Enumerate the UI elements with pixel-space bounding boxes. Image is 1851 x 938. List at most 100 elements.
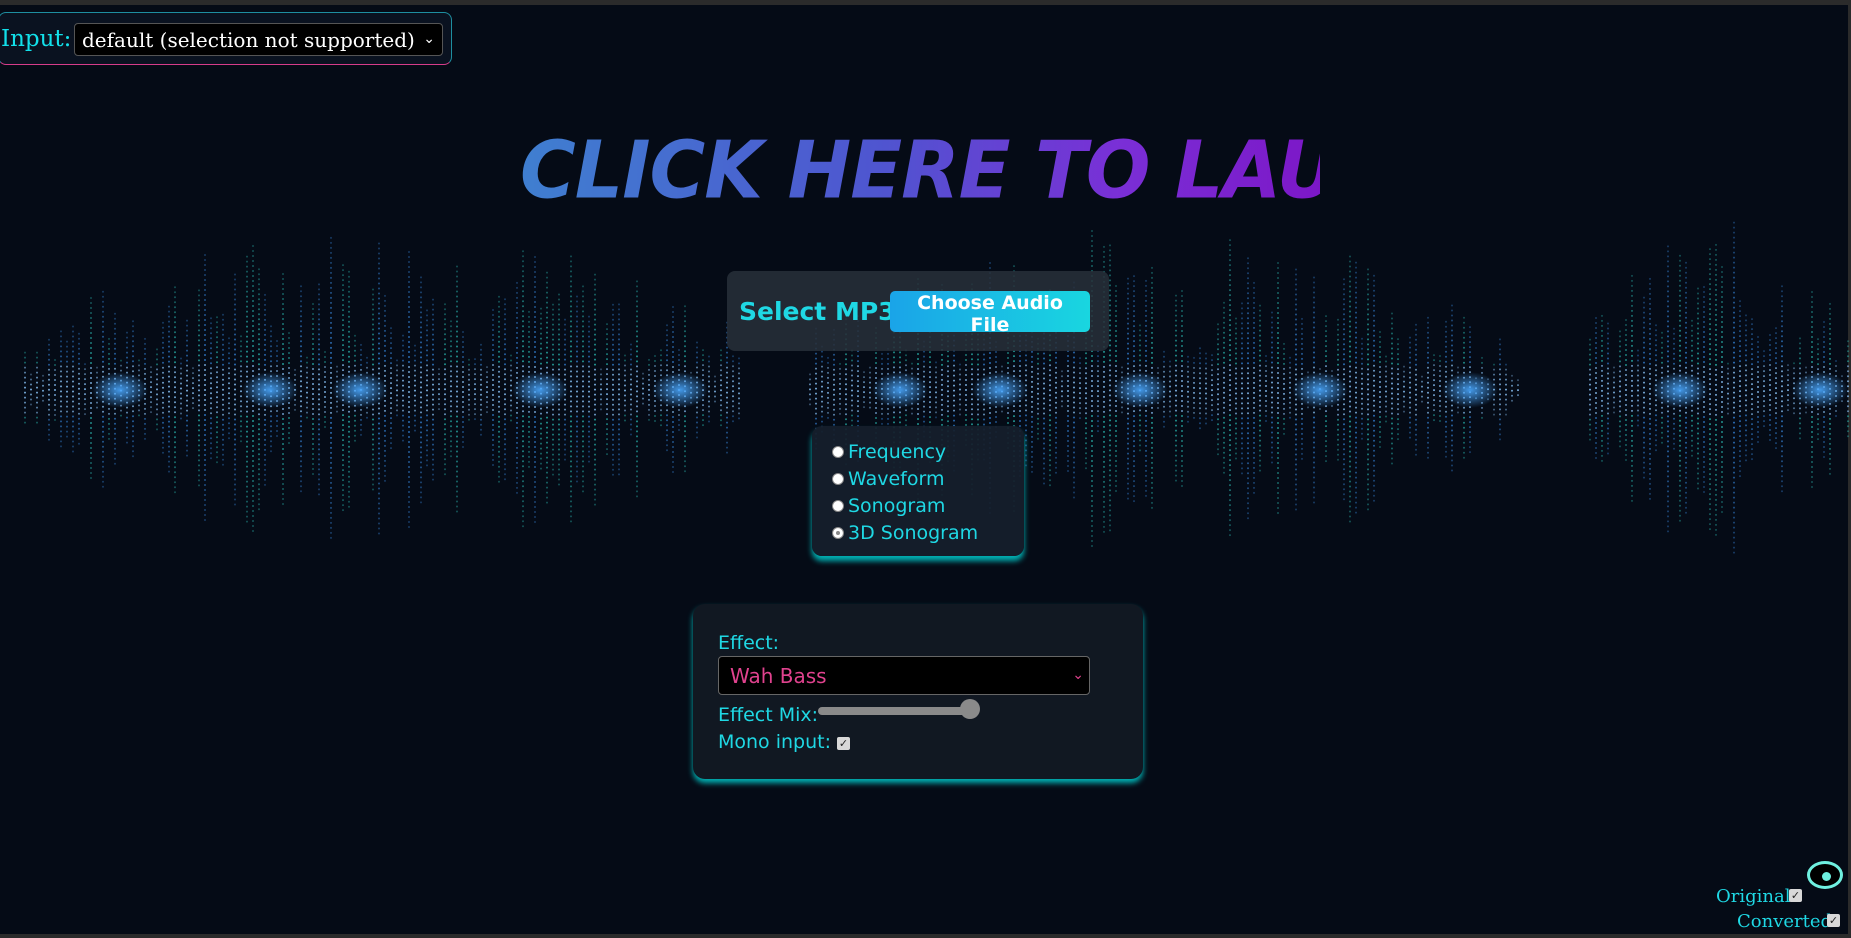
wave-dot [1145,349,1147,352]
wave-dot [1109,264,1111,267]
wave-dot [408,475,410,478]
wave-dot [1115,479,1117,482]
wave-dot [522,520,524,523]
wave-dot [60,395,62,398]
wave-dot [1151,351,1153,354]
wave-dot [1133,425,1135,428]
wave-dot [1085,427,1087,430]
wave-dot [1091,484,1093,487]
wave-dot [330,506,332,509]
wave-dot [246,270,248,273]
wave-dot [1043,357,1045,360]
wave-dot [408,345,410,348]
wave-dot [1097,425,1099,428]
wave-dot [474,373,476,376]
wave-dot [612,373,614,376]
wave-dot [1025,374,1027,377]
wave-dot [228,402,230,405]
wave-dot [66,375,68,378]
wave-dot [210,432,212,435]
wave-dot [1133,350,1135,353]
wave-dot [1031,460,1033,463]
wave-dot [534,460,536,463]
wave-dot [492,369,494,372]
wave-dot [564,428,566,431]
wave-dot [252,405,254,408]
wave-dot [606,343,608,346]
wave-dot [60,445,62,448]
wave-dot [456,275,458,278]
wave-dot [90,392,92,395]
wave-dot [1139,434,1141,437]
wave-dot [1133,480,1135,483]
wave-dot [588,330,590,333]
wave-dot [234,358,236,361]
wave-dot [1043,472,1045,475]
wave-dot [636,385,638,388]
wave-dot [390,337,392,340]
wave-dot [246,510,248,513]
wave-dot [618,358,620,361]
wave-dot [456,310,458,313]
wave-dot [168,435,170,438]
wave-dot [827,386,829,389]
wave-dot [342,339,344,342]
wave-dot [102,405,104,408]
wave-dot [582,410,584,413]
wave-dot [1091,254,1093,257]
wave-dot [522,370,524,373]
wave-dot [492,364,494,367]
wave-dot [108,357,110,360]
wave-dot [372,483,374,486]
wave-dot [420,291,422,294]
wave-dot [570,445,572,448]
wave-dot [378,282,380,285]
wave-dot [330,466,332,469]
wave-dot [156,403,158,406]
wave-dot [456,440,458,443]
wave-dot [726,386,728,389]
wave-dot [114,342,116,345]
wave-dot [288,411,290,414]
wave-dot [528,315,530,318]
wave-dot [636,360,638,363]
wave-dot [312,438,314,441]
wave-dot [198,399,200,402]
wave-dot [306,396,308,399]
wave-dot [504,428,506,431]
wave-dot [60,335,62,338]
wave-dot [528,330,530,333]
wave-dot [1043,377,1045,380]
wave-dot [288,406,290,409]
wave-dot [66,400,68,403]
wave-dot [1055,426,1057,429]
wave-dot [60,330,62,333]
wave-dot [839,382,841,385]
wave-dot [564,353,566,356]
wave-dot [863,381,865,384]
wave-dot [30,398,32,401]
wave-dot [24,401,26,404]
wave-dot [1037,407,1039,410]
wave-dot [462,396,464,399]
wave-dot [492,404,494,407]
wave-dot [594,288,596,291]
wave-dot [564,398,566,401]
wave-dot [570,340,572,343]
wave-dot [618,328,620,331]
wave-dot [666,409,668,412]
wave-dot [426,464,428,467]
wave-dot [462,356,464,359]
wave-dot [210,317,212,320]
wave-dot [1115,419,1117,422]
wave-dot [432,348,434,351]
wave-dot [72,390,74,393]
wave-dot [672,426,674,429]
wave-dot [300,310,302,313]
wave-dot [606,348,608,351]
wave-dot [1103,390,1105,393]
wave-dot [414,349,416,352]
wave-dot [162,431,164,434]
wave-dot [324,385,326,388]
wave-dot [444,363,446,366]
